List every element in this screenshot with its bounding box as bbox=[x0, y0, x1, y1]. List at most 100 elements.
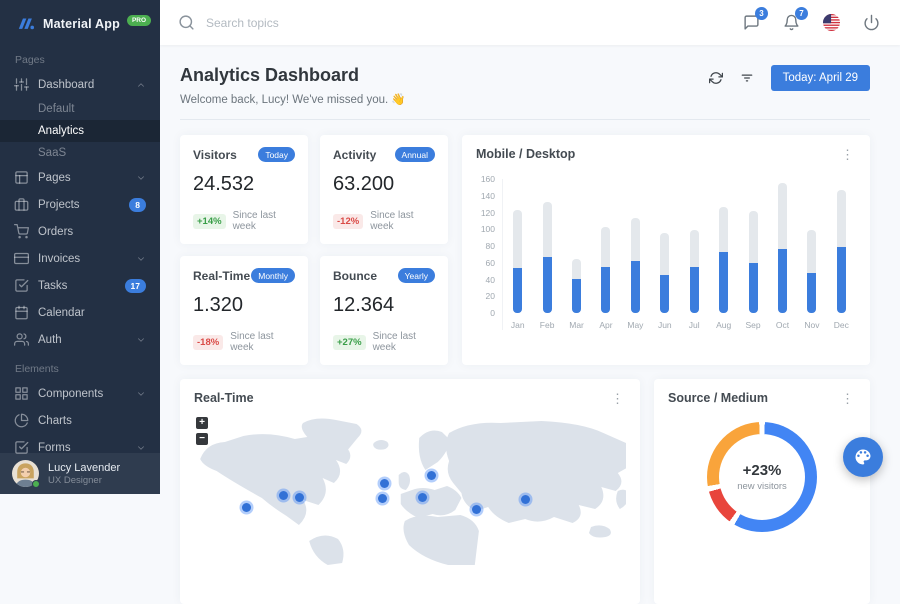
sign-out-button[interactable] bbox=[863, 14, 880, 31]
stat-caption: Since last week bbox=[233, 210, 295, 232]
sidebar-item-invoices[interactable]: Invoices bbox=[0, 245, 160, 272]
stat-card-visitors: VisitorsToday 24.532 +14% Since last week bbox=[180, 135, 308, 244]
bar-column-feb bbox=[532, 202, 561, 313]
refresh-button[interactable] bbox=[709, 71, 723, 85]
stacked-bar bbox=[719, 207, 728, 313]
sidebar-item-components[interactable]: Components bbox=[0, 380, 160, 407]
stat-title: Activity bbox=[333, 148, 376, 162]
sidebar-item-charts[interactable]: Charts bbox=[0, 407, 160, 434]
stat-period-badge: Monthly bbox=[251, 268, 295, 283]
stat-footer: -18%Since last week bbox=[193, 331, 295, 353]
stacked-bar bbox=[778, 183, 787, 313]
map-visitor-marker bbox=[472, 505, 481, 514]
bar-column-apr bbox=[591, 227, 620, 313]
stacked-bar bbox=[601, 227, 610, 313]
messages-badge: 3 bbox=[755, 7, 768, 20]
x-tick-label: Jun bbox=[650, 320, 679, 330]
sidebar-item-dashboard[interactable]: Dashboard bbox=[0, 71, 160, 98]
sidebar-subitem-analytics[interactable]: Analytics bbox=[0, 120, 160, 142]
mobile-bar-segment bbox=[543, 257, 552, 313]
sidebar-item-orders[interactable]: Orders bbox=[0, 218, 160, 245]
stat-caption: Since last week bbox=[370, 210, 435, 232]
sidebar-item-projects[interactable]: Projects 8 bbox=[0, 191, 160, 218]
x-tick-label: Mar bbox=[562, 320, 591, 330]
stat-value: 1.320 bbox=[193, 294, 295, 317]
y-tick-label: 120 bbox=[481, 208, 495, 218]
map-visitor-marker bbox=[378, 494, 387, 503]
stat-footer: +14% Since last week bbox=[193, 210, 295, 232]
stacked-bar bbox=[543, 202, 552, 313]
status-dot bbox=[32, 480, 40, 488]
sidebar-nav: PagesDashboardDefaultAnalyticsSaaSPagesP… bbox=[0, 44, 160, 494]
card-title: Real-Time bbox=[194, 391, 254, 405]
sidebar-item-calendar[interactable]: Calendar bbox=[0, 299, 160, 326]
donut-center-value: +23% bbox=[743, 462, 782, 479]
users-icon bbox=[14, 332, 29, 347]
bar-column-sep bbox=[738, 211, 767, 313]
sidebar-user[interactable]: Lucy Lavender UX Designer bbox=[0, 453, 160, 494]
mobile-bar-segment bbox=[807, 273, 816, 313]
stat-card-header: VisitorsToday bbox=[193, 147, 295, 162]
mobile-bar-segment bbox=[631, 261, 640, 313]
card-title: Source / Medium bbox=[668, 391, 768, 405]
item-count-badge: 17 bbox=[125, 279, 146, 293]
pro-badge: PRO bbox=[127, 15, 151, 26]
chevron-down-icon bbox=[136, 173, 146, 183]
more-menu-icon[interactable]: ⋮ bbox=[839, 392, 856, 405]
mobile-bar-segment bbox=[601, 267, 610, 313]
messages-button[interactable]: 3 bbox=[743, 14, 760, 31]
mobile-bar-segment bbox=[690, 267, 699, 313]
theme-settings-fab[interactable] bbox=[843, 437, 883, 477]
sidebar-item-label: Projects bbox=[38, 199, 80, 211]
sidebar-subitem-default[interactable]: Default bbox=[0, 98, 160, 120]
mobile-bar-segment bbox=[572, 279, 581, 313]
map-visitor-marker bbox=[418, 493, 427, 502]
stat-delta-chip: +27% bbox=[333, 335, 366, 350]
bar-column-nov bbox=[797, 230, 826, 313]
check-square-icon bbox=[14, 278, 29, 293]
stacked-bar bbox=[690, 230, 699, 313]
chevron-down-icon bbox=[136, 254, 146, 264]
nav-section-label: Elements bbox=[0, 353, 160, 380]
y-tick-label: 40 bbox=[486, 275, 495, 285]
world-map: + − bbox=[194, 415, 626, 575]
notifications-button[interactable]: 7 bbox=[783, 14, 800, 31]
bar-column-jul bbox=[680, 230, 709, 313]
y-tick-label: 60 bbox=[486, 258, 495, 268]
date-button[interactable]: Today: April 29 bbox=[771, 65, 870, 91]
search-input[interactable] bbox=[206, 16, 436, 30]
stat-value: 63.200 bbox=[333, 173, 435, 196]
stat-period-badge: Annual bbox=[395, 147, 435, 162]
more-menu-icon[interactable]: ⋮ bbox=[839, 148, 856, 161]
sidebar-item-label: Tasks bbox=[38, 280, 67, 292]
palette-icon bbox=[853, 447, 873, 467]
donut-chart: +23% new visitors bbox=[707, 422, 817, 532]
map-visitor-marker bbox=[279, 491, 288, 500]
map-zoom-out-button[interactable]: − bbox=[196, 433, 208, 445]
stat-value: 24.532 bbox=[193, 173, 295, 196]
map-visitor-marker bbox=[427, 471, 436, 480]
page-subtitle: Welcome back, Lucy! We've missed you. 👋 bbox=[180, 92, 406, 106]
sidebar-item-pages[interactable]: Pages bbox=[0, 164, 160, 191]
briefcase-icon bbox=[14, 197, 29, 212]
stat-delta-chip: +14% bbox=[193, 214, 226, 229]
stacked-bar bbox=[660, 233, 669, 313]
sidebar-item-auth[interactable]: Auth bbox=[0, 326, 160, 353]
filter-button[interactable] bbox=[740, 71, 754, 85]
page-title: Analytics Dashboard bbox=[180, 65, 406, 86]
grid-icon bbox=[14, 386, 29, 401]
stat-value: 12.364 bbox=[333, 294, 435, 317]
brand[interactable]: Material App PRO bbox=[0, 0, 160, 44]
sidebar-subitem-saas[interactable]: SaaS bbox=[0, 142, 160, 164]
us-flag-icon[interactable] bbox=[823, 14, 840, 31]
sidebar-item-tasks[interactable]: Tasks 17 bbox=[0, 272, 160, 299]
item-count-badge: 8 bbox=[129, 198, 146, 212]
x-tick-label: Sep bbox=[738, 320, 767, 330]
pie-chart-icon bbox=[14, 413, 29, 428]
map-zoom-in-button[interactable]: + bbox=[196, 417, 208, 429]
more-menu-icon[interactable]: ⋮ bbox=[609, 392, 626, 405]
bar-chart-x-axis: JanFebMarAprMayJunJulAugSepOctNovDec bbox=[503, 320, 856, 330]
stat-title: Visitors bbox=[193, 148, 237, 162]
source-medium-card: Source / Medium ⋮ +23% new visitors bbox=[654, 379, 870, 604]
refresh-icon bbox=[709, 71, 723, 85]
